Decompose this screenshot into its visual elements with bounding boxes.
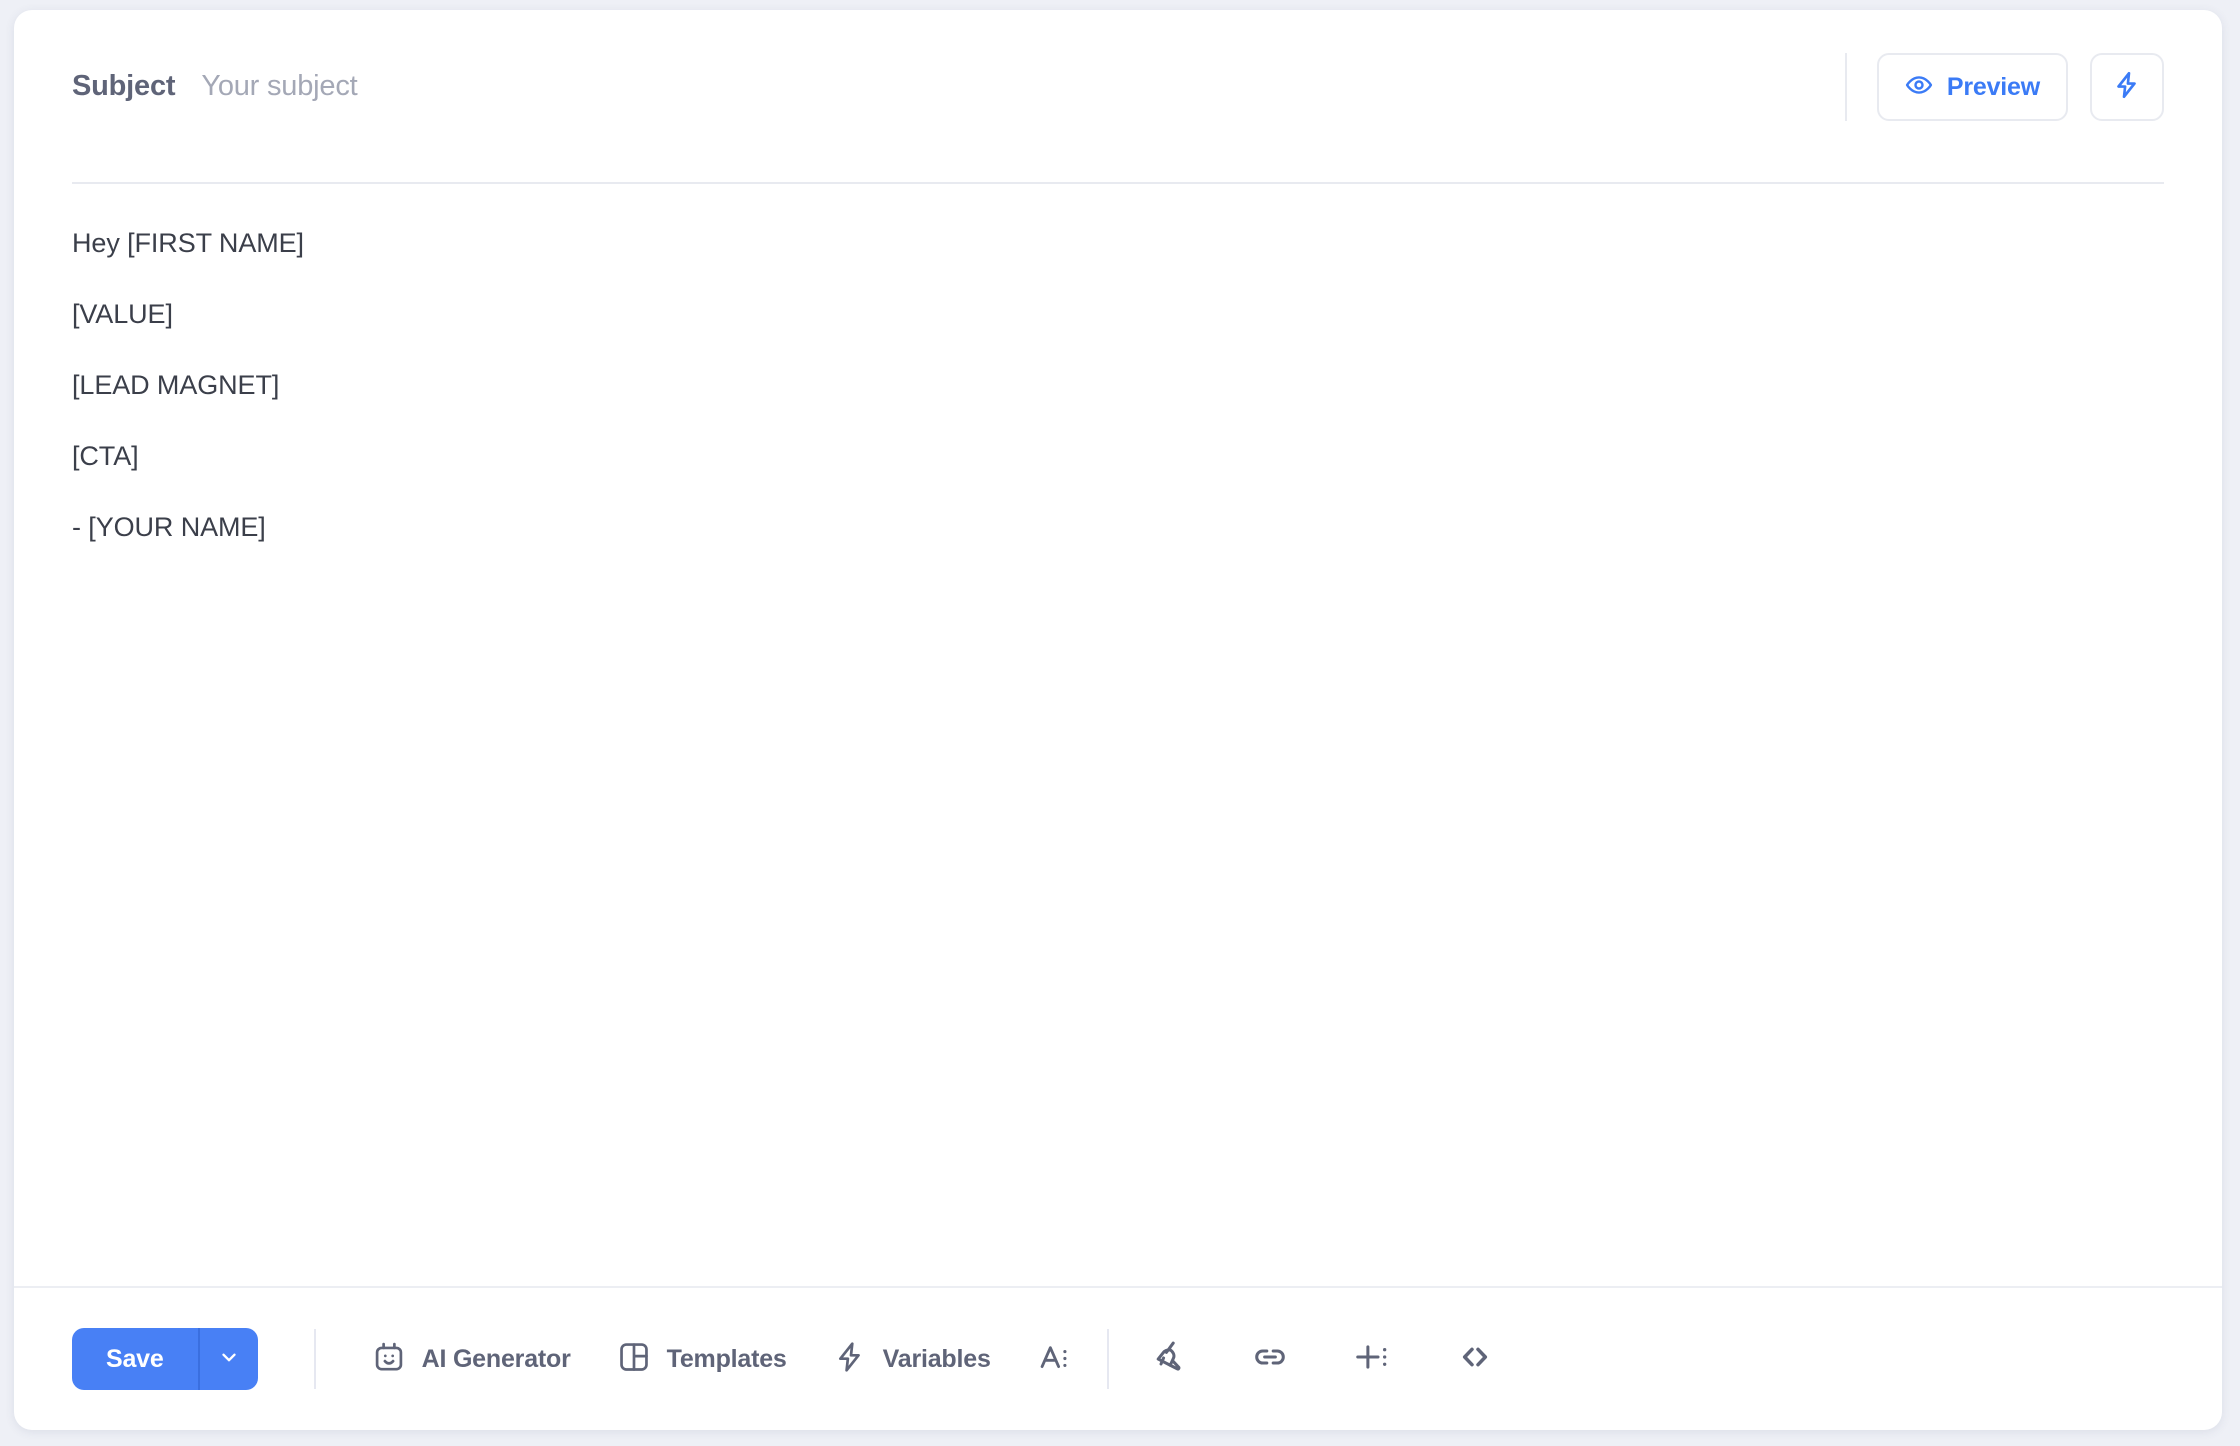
- lightning-bolt-icon: [2112, 70, 2142, 105]
- layout-grid-icon: [617, 1340, 651, 1379]
- robot-face-icon: [372, 1340, 406, 1379]
- code-brackets-icon: [1455, 1337, 1495, 1382]
- templates-button[interactable]: Templates: [617, 1340, 787, 1379]
- broom-icon: [1149, 1338, 1187, 1381]
- header-actions: Preview: [1844, 53, 2164, 121]
- chevron-down-icon: [218, 1346, 240, 1373]
- quick-actions-button[interactable]: [2090, 53, 2164, 121]
- subject-input-area[interactable]: Subject Your subject: [72, 70, 358, 103]
- header-divider: [1844, 53, 1847, 121]
- lightning-bolt-icon: [833, 1340, 867, 1379]
- email-editor-card: Subject Your subject Preview Hey [FIRST …: [14, 10, 2222, 1430]
- variables-label: Variables: [882, 1344, 991, 1373]
- message-line: [LEAD MAGNET]: [72, 370, 280, 400]
- insert-link-button[interactable]: [1251, 1338, 1289, 1381]
- subject-input[interactable]: Your subject: [201, 70, 357, 103]
- toolbar-divider: [1106, 1329, 1109, 1389]
- message-body-editor[interactable]: Hey [FIRST NAME] [VALUE] [LEAD MAGNET] […: [14, 184, 2222, 1286]
- preview-button[interactable]: Preview: [1876, 53, 2068, 121]
- message-line: [CTA]: [72, 441, 139, 471]
- save-dropdown-button[interactable]: [197, 1328, 258, 1390]
- subject-row: Subject Your subject Preview: [14, 10, 2222, 184]
- save-button-group[interactable]: Save: [72, 1328, 258, 1390]
- variables-button[interactable]: Variables: [833, 1340, 991, 1379]
- eye-icon: [1905, 71, 1933, 104]
- message-line: - [YOUR NAME]: [72, 512, 266, 542]
- ai-generator-label: AI Generator: [421, 1344, 571, 1373]
- templates-label: Templates: [666, 1344, 787, 1373]
- toolbar-divider: [313, 1329, 316, 1389]
- preview-button-label: Preview: [1946, 72, 2040, 101]
- text-format-icon: [1037, 1339, 1073, 1380]
- clear-formatting-button[interactable]: [1149, 1338, 1187, 1381]
- message-line: Hey [FIRST NAME]: [72, 228, 304, 258]
- subject-label: Subject: [72, 70, 176, 102]
- insert-element-button[interactable]: [1353, 1338, 1391, 1381]
- message-line: [VALUE]: [72, 299, 173, 329]
- source-code-button[interactable]: [1455, 1337, 1495, 1382]
- link-icon: [1251, 1338, 1289, 1381]
- text-format-button[interactable]: [1037, 1339, 1073, 1380]
- save-button[interactable]: Save: [72, 1328, 198, 1390]
- editor-toolbar: Save AI Generator Templates Variables: [14, 1286, 2222, 1430]
- ai-generator-button[interactable]: AI Generator: [372, 1340, 571, 1379]
- plus-insert-icon: [1353, 1338, 1391, 1381]
